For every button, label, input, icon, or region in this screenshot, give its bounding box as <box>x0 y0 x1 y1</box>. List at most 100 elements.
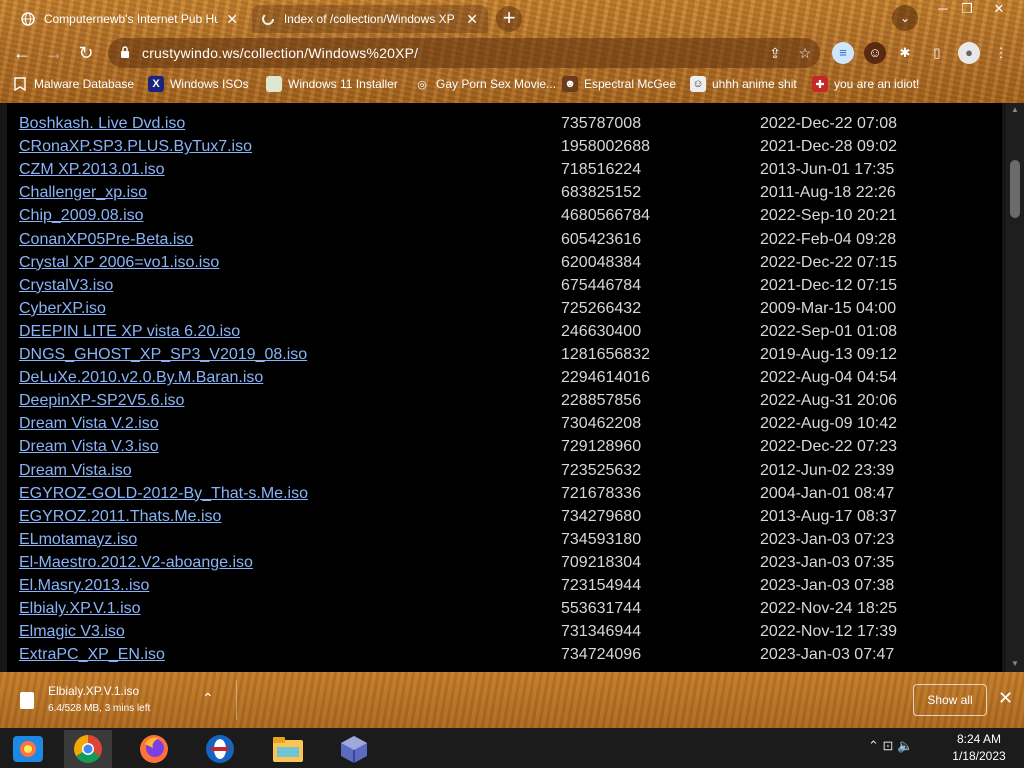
chevron-up-icon[interactable]: ⌃ <box>202 690 214 707</box>
file-size: 723525632 <box>561 461 642 479</box>
menu-icon[interactable]: ⋮ <box>990 42 1012 64</box>
file-date: 2013-Jun-01 17:35 <box>760 161 895 179</box>
file-link[interactable]: Chip_2009.08.iso <box>19 207 144 225</box>
taskbar-file-explorer[interactable] <box>264 730 312 768</box>
chrome-icon <box>74 735 102 763</box>
listing-row: DNGS_GHOST_XP_SP3_V2019_08.iso 1281656832… <box>7 346 997 369</box>
tab-computernewb[interactable]: Computernewb's Internet Pub Hu ✕ <box>12 5 248 33</box>
file-size: 721678336 <box>561 484 642 502</box>
listing-row: CRonaXP.SP3.PLUS.ByTux7.iso 1958002688 202… <box>7 138 997 161</box>
bookmark-malware-database[interactable]: Malware Database <box>12 75 134 93</box>
file-link[interactable]: DNGS_GHOST_XP_SP3_V2019_08.iso <box>19 346 307 364</box>
file-link[interactable]: El.Masry.2013..iso <box>19 577 149 595</box>
divider <box>236 680 237 720</box>
back-button[interactable]: ← <box>9 40 35 66</box>
extension-flag-icon[interactable]: ≡ <box>832 42 854 64</box>
taskbar-clock[interactable]: 8:24 AM 1/18/2023 <box>944 731 1014 765</box>
tab-close-button[interactable]: ✕ <box>224 11 240 28</box>
file-link[interactable]: CyberXP.iso <box>19 300 106 318</box>
restore-button[interactable]: ❐ <box>952 0 982 20</box>
file-link[interactable]: EGYROZ.2011.Thats.Me.iso <box>19 508 221 526</box>
file-date: 2022-Aug-04 04:54 <box>760 369 897 387</box>
file-link[interactable]: Elbialy.XP.V.1.iso <box>19 600 141 618</box>
address-bar[interactable]: crustywindo.ws/collection/Windows%20XP/ … <box>108 38 820 68</box>
file-date: 2023-Jan-03 07:38 <box>760 577 895 594</box>
file-link[interactable]: Dream Vista.iso <box>19 462 132 480</box>
extension-avatar-icon[interactable]: ☺ <box>864 42 886 64</box>
bookmark-windows-11-installer[interactable]: Windows 11 Installer <box>266 75 398 93</box>
download-shelf: Elbialy.XP.V.1.iso 6.4/528 MB, 3 mins le… <box>0 672 1024 728</box>
file-date: 2022-Nov-12 17:39 <box>760 623 897 641</box>
file-link[interactable]: DeepinXP-SP2V5.6.iso <box>19 392 184 410</box>
scroll-up-arrow-icon[interactable]: ▲ <box>1010 105 1020 114</box>
file-link[interactable]: Dream Vista V.3.iso <box>19 438 159 456</box>
close-shelf-button[interactable]: ✕ <box>998 688 1013 709</box>
file-link[interactable]: Boshkash. Live Dvd.iso <box>19 115 185 133</box>
bookmark-gay-porn[interactable]: ◎ Gay Porn Sex Movie... <box>414 75 556 93</box>
taskbar: ⌃ ⊡ 🔈 8:24 AM 1/18/2023 <box>0 728 1024 768</box>
file-link[interactable]: ELmotamayz.iso <box>19 531 137 549</box>
lock-icon[interactable] <box>108 45 142 61</box>
tab-index-of-windows-xp[interactable]: Index of /collection/Windows XP ✕ <box>252 5 488 33</box>
firefox-icon <box>140 735 168 763</box>
file-date: 2022-Sep-10 20:21 <box>760 207 897 225</box>
file-link[interactable]: EGYROZ-GOLD-2012-By_That-s.Me.iso <box>19 485 308 503</box>
extensions-puzzle-icon[interactable]: ✱ <box>894 42 916 64</box>
file-link[interactable]: ExtraPC_XP_EN.iso <box>19 646 165 664</box>
bookmark-label: you are an idiot! <box>834 77 920 91</box>
taskbar-chrome[interactable] <box>64 730 112 768</box>
listing-row: EGYROZ-GOLD-2012-By_That-s.Me.iso 7216783… <box>7 485 997 508</box>
taskbar-virtualbox[interactable] <box>330 730 378 768</box>
taskbar-opera[interactable] <box>196 730 244 768</box>
virtualbox-icon <box>341 736 367 763</box>
file-size: 4680566784 <box>561 207 650 225</box>
reload-button[interactable]: ↻ <box>73 40 99 66</box>
start-button[interactable] <box>4 730 52 768</box>
file-link[interactable]: El-Maestro.2012.V2-aboange.iso <box>19 554 253 572</box>
file-link[interactable]: CrystalV3.iso <box>19 277 113 295</box>
system-tray[interactable]: ⌃ ⊡ 🔈 <box>868 738 913 754</box>
scrollbar[interactable]: ▲ ▼ <box>1006 103 1024 672</box>
show-all-button[interactable]: Show all <box>913 684 987 716</box>
file-link[interactable]: CZM XP.2013.01.iso <box>19 161 165 179</box>
file-date: 2012-Jun-02 23:39 <box>760 461 895 479</box>
scroll-down-arrow-icon[interactable]: ▼ <box>1010 659 1020 668</box>
scrollbar-thumb[interactable] <box>1010 160 1020 218</box>
url-text[interactable]: crustywindo.ws/collection/Windows%20XP/ <box>142 45 760 61</box>
clock-date: 1/18/2023 <box>952 749 1006 763</box>
file-link[interactable]: Crystal XP 2006=vo1.iso.iso <box>19 254 219 272</box>
bookmark-uhhh-anime[interactable]: ☺ uhhh anime shit <box>690 75 797 93</box>
file-size: 675446784 <box>561 276 642 294</box>
file-link[interactable]: DeLuXe.2010.v2.0.By.M.Baran.iso <box>19 369 263 387</box>
bookmark-windows-isos[interactable]: X Windows ISOs <box>148 75 249 93</box>
listing-row: Elmagic V3.iso 731346944 2022-Nov-12 17:39 <box>7 623 997 646</box>
share-icon[interactable]: ⇪ <box>760 45 790 62</box>
listing-row: CZM XP.2013.01.iso 718516224 2013-Jun-01 1… <box>7 161 997 184</box>
taskbar-firefox[interactable] <box>130 730 178 768</box>
file-size: 725266432 <box>561 299 642 317</box>
tab-close-button[interactable]: ✕ <box>464 11 480 28</box>
file-link[interactable]: ConanXP05Pre-Beta.iso <box>19 231 193 249</box>
file-date: 2022-Feb-04 09:28 <box>760 230 897 248</box>
bookmark-star-icon[interactable]: ☆ <box>790 45 820 62</box>
profile-icon[interactable]: ● <box>958 42 980 64</box>
side-panel-icon[interactable]: ▯ <box>926 42 948 64</box>
close-window-button[interactable]: ✕ <box>984 0 1014 20</box>
download-filename[interactable]: Elbialy.XP.V.1.iso <box>48 684 139 698</box>
file-size: 2294614016 <box>561 369 650 387</box>
bookmark-you-are-an-idiot[interactable]: ✚ you are an idiot! <box>812 75 919 93</box>
new-tab-button[interactable]: + <box>496 6 522 32</box>
file-date: 2023-Jan-03 07:47 <box>760 646 895 664</box>
bookmark-label: Malware Database <box>34 77 135 91</box>
file-link[interactable]: CRonaXP.SP3.PLUS.ByTux7.iso <box>19 138 252 156</box>
file-date: 2022-Dec-22 07:08 <box>760 115 897 132</box>
image-icon <box>266 76 282 92</box>
listing-row: Dream Vista V.3.iso 729128960 2022-Dec-22 … <box>7 438 997 461</box>
file-link[interactable]: Elmagic V3.iso <box>19 623 125 641</box>
file-link[interactable]: DEEPIN LITE XP vista 6.20.iso <box>19 323 240 341</box>
file-link[interactable]: Dream Vista V.2.iso <box>19 415 159 433</box>
bookmark-espectral-mcgee[interactable]: ☻ Espectral McGee <box>562 75 676 93</box>
file-link[interactable]: Challenger_xp.iso <box>19 184 147 202</box>
forward-button[interactable]: → <box>41 40 67 66</box>
tab-search-button[interactable]: ⌄ <box>892 5 918 31</box>
